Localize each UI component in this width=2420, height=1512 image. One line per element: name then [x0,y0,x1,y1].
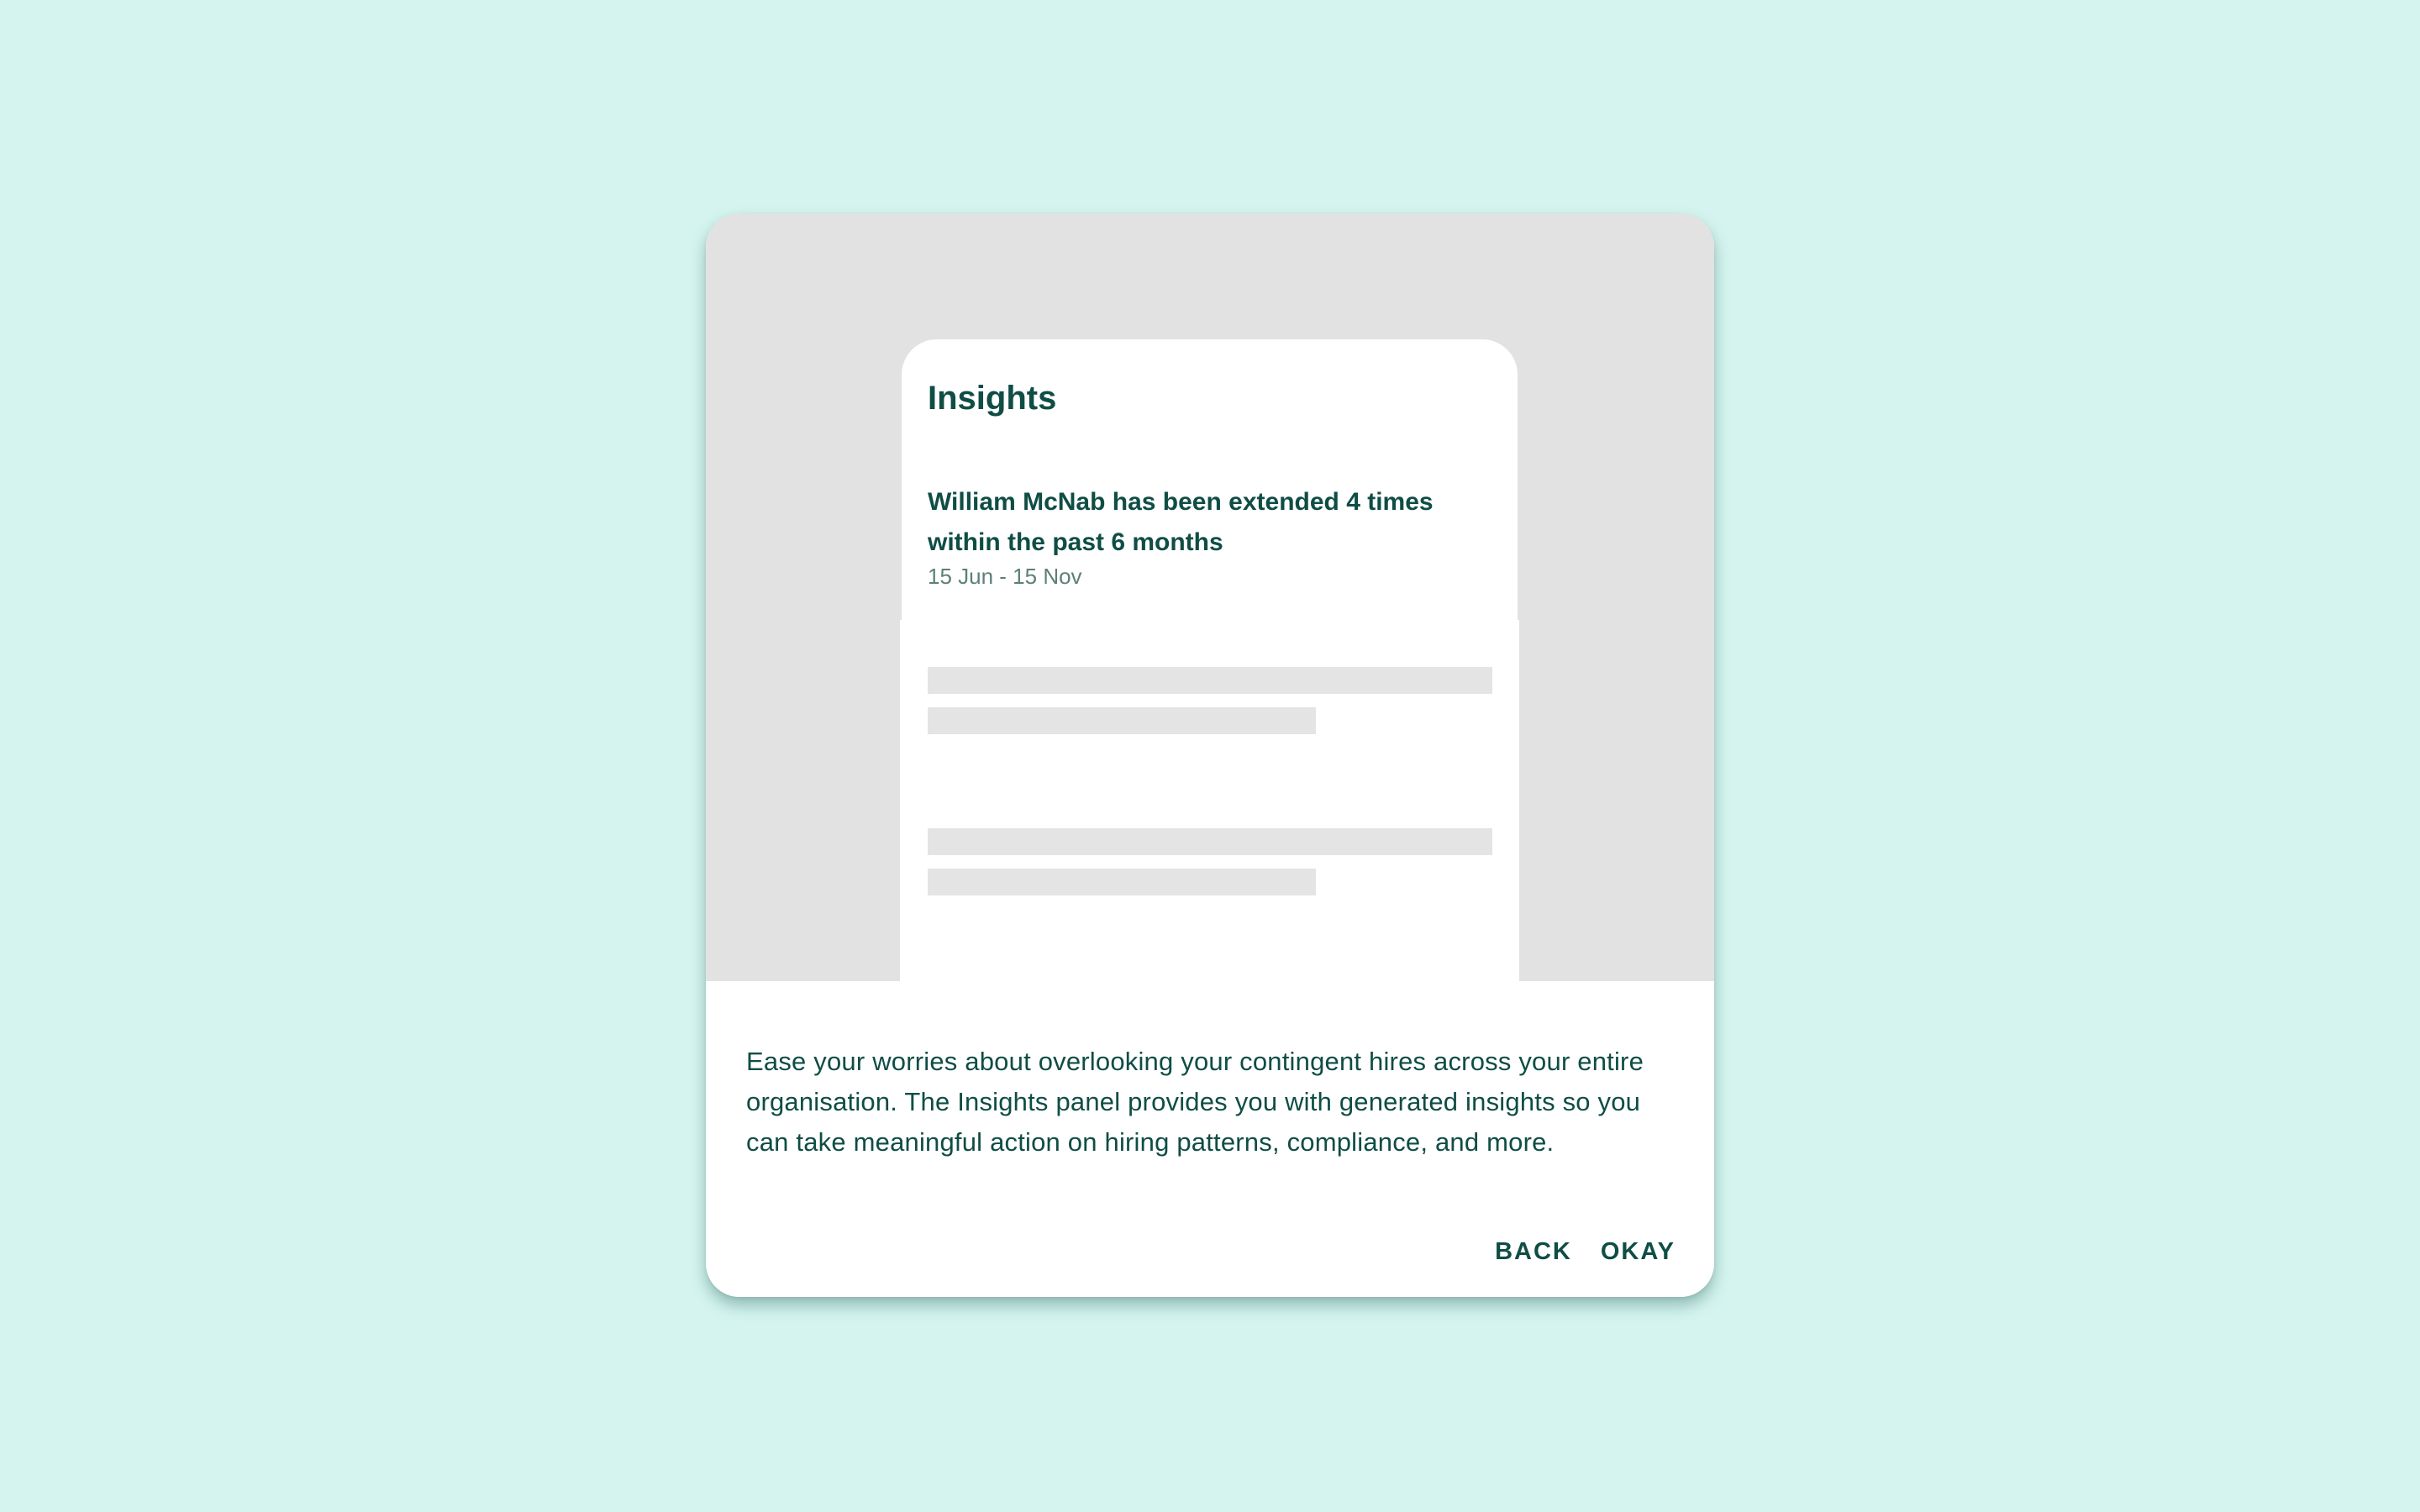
okay-button[interactable]: OKAY [1601,1231,1676,1272]
onboarding-dialog: Insights William McNab has been extended… [706,213,1714,1297]
skeleton-line [928,667,1492,694]
dialog-description: Ease your worries about overlooking your… [746,1047,1644,1157]
insight-date-range: 15 Jun - 15 Nov [928,564,1082,589]
insights-panel-title: Insights [928,380,1057,417]
dialog-actions: BACK OKAY [1495,1231,1676,1272]
back-button[interactable]: BACK [1495,1231,1572,1272]
insight-text: William McNab has been extended 4 times … [928,488,1434,556]
skeleton-line [928,869,1316,895]
preview-illustration: Insights William McNab has been extended… [706,213,1714,981]
skeleton-line [928,707,1316,734]
skeleton-line [928,828,1492,855]
